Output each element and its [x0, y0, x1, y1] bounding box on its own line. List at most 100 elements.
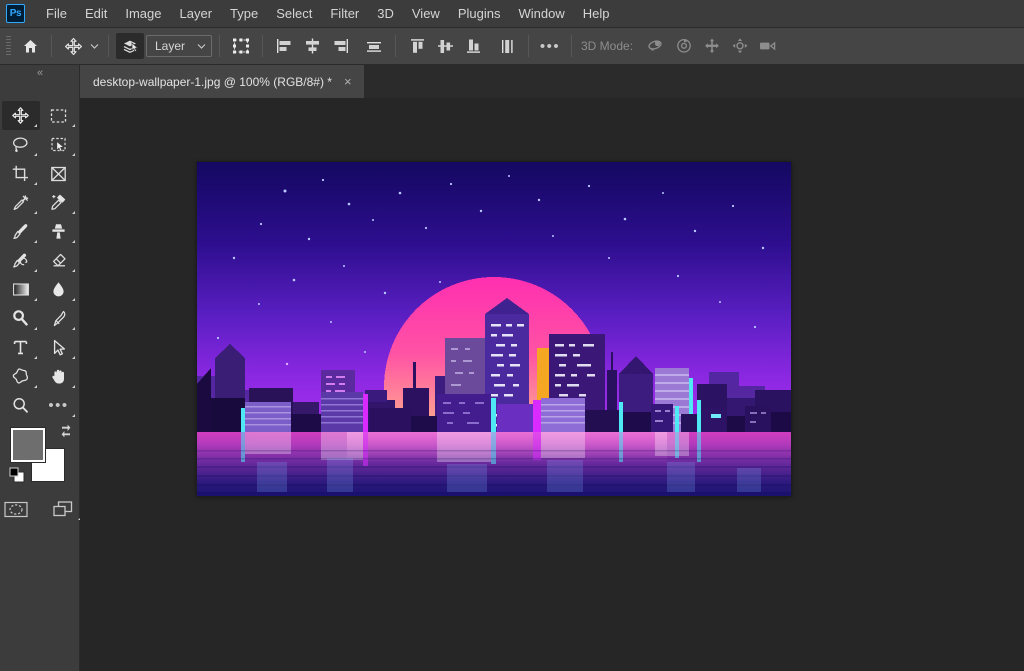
dodge-icon [11, 309, 30, 328]
tool-flyout-indicator [72, 414, 75, 417]
tab-strip: desktop-wallpaper-1.jpg @ 100% (RGB/8#) … [80, 65, 1024, 98]
quick-mask-mode-button[interactable] [1, 498, 31, 520]
brush-tool[interactable] [2, 217, 40, 246]
clone-stamp-tool[interactable] [40, 217, 78, 246]
tool-flyout-indicator [72, 211, 75, 214]
quick-mask-icon [3, 500, 29, 519]
zoom-tool[interactable] [2, 391, 40, 420]
3d-orbit-button[interactable] [642, 33, 670, 59]
gradient-tool[interactable] [2, 275, 40, 304]
align-horizontal-centers-button[interactable] [298, 33, 326, 59]
menu-3d[interactable]: 3D [368, 2, 403, 26]
3d-roll-button[interactable] [670, 33, 698, 59]
custom-shape-star-icon [11, 367, 30, 386]
menu-edit[interactable]: Edit [76, 2, 116, 26]
menu-layer[interactable]: Layer [171, 2, 222, 26]
current-tool-button[interactable] [59, 33, 87, 59]
tool-preset-caret[interactable] [87, 43, 101, 49]
more-align-options-button[interactable]: ••• [536, 33, 564, 59]
menu-select[interactable]: Select [267, 2, 321, 26]
distribute-vertical-button[interactable] [493, 33, 521, 59]
blur-droplet-icon [49, 280, 68, 299]
object-selection-tool[interactable] [40, 130, 78, 159]
distribute-horizontal-button[interactable] [360, 33, 388, 59]
eraser-icon [49, 251, 68, 270]
align-top-edges-icon [408, 37, 427, 55]
tool-flyout-indicator [72, 327, 75, 330]
auto-select-target-dropdown[interactable]: Layer [146, 35, 212, 57]
eyedropper-tool[interactable] [2, 188, 40, 217]
rectangular-marquee-tool[interactable] [40, 101, 78, 130]
show-transform-controls-toggle[interactable] [227, 33, 255, 59]
move-tool[interactable] [2, 101, 40, 130]
options-bar-grip[interactable] [6, 36, 11, 57]
3d-slide-button[interactable] [726, 33, 754, 59]
options-separator-7 [571, 35, 572, 57]
spot-healing-brush-tool[interactable] [40, 188, 78, 217]
3d-camera-button[interactable] [754, 33, 782, 59]
tool-flyout-indicator [72, 124, 75, 127]
edit-toolbar-button[interactable]: ••• [40, 391, 78, 420]
frame-tool[interactable] [40, 159, 78, 188]
menu-image[interactable]: Image [116, 2, 170, 26]
3d-pan-button[interactable] [698, 33, 726, 59]
collapse-panel-chevrons-icon[interactable]: « [37, 65, 42, 79]
auto-select-toggle[interactable] [116, 33, 144, 59]
align-bottom-edges-button[interactable] [459, 33, 487, 59]
tool-flyout-indicator [72, 269, 75, 272]
align-horizontal-centers-icon [303, 37, 322, 55]
tool-flyout-indicator [34, 124, 37, 127]
menu-plugins[interactable]: Plugins [449, 2, 510, 26]
align-bottom-edges-icon [464, 37, 483, 55]
align-right-edges-button[interactable] [326, 33, 354, 59]
photoshop-window: Ps File Edit Image Layer Type Select Fil… [0, 0, 1024, 671]
align-left-edges-button[interactable] [270, 33, 298, 59]
path-selection-arrow-icon [49, 338, 68, 357]
horizontal-type-tool[interactable] [2, 333, 40, 362]
blur-tool[interactable] [40, 275, 78, 304]
menu-filter[interactable]: Filter [321, 2, 368, 26]
options-separator-5 [395, 35, 396, 57]
menu-type[interactable]: Type [221, 2, 267, 26]
menu-help[interactable]: Help [574, 2, 619, 26]
dodge-tool[interactable] [2, 304, 40, 333]
close-icon[interactable]: × [342, 74, 354, 89]
foreground-color-swatch[interactable] [11, 428, 45, 462]
home-button[interactable] [16, 33, 44, 59]
crop-tool[interactable] [2, 159, 40, 188]
roll-3d-icon [674, 37, 694, 55]
eyedropper-icon [11, 193, 30, 212]
tool-flyout-indicator [34, 153, 37, 156]
pen-tool[interactable] [40, 304, 78, 333]
options-separator-3 [219, 35, 220, 57]
tool-flyout-indicator [34, 298, 37, 301]
swap-colors-button[interactable] [59, 424, 73, 443]
menu-view[interactable]: View [403, 2, 449, 26]
hand-tool[interactable] [40, 362, 78, 391]
document-canvas[interactable] [197, 162, 791, 496]
healing-brush-icon [49, 193, 69, 212]
more-tools-ellipsis-icon: ••• [48, 398, 68, 413]
chevron-down-icon [90, 43, 99, 49]
more-options-label: ••• [540, 39, 560, 54]
chevron-down-icon [197, 43, 206, 49]
default-colors-button[interactable] [9, 467, 25, 488]
tools-panel-header: « [0, 65, 80, 98]
menu-window[interactable]: Window [509, 2, 573, 26]
lasso-tool[interactable] [2, 130, 40, 159]
quick-selection-icon [49, 136, 68, 154]
history-brush-tool[interactable] [2, 246, 40, 275]
tool-flyout-indicator [72, 356, 75, 359]
menu-file[interactable]: File [37, 2, 76, 26]
home-icon [22, 38, 39, 55]
eraser-tool[interactable] [40, 246, 78, 275]
canvas-area[interactable] [80, 98, 1024, 671]
options-separator-6 [528, 35, 529, 57]
align-vertical-centers-button[interactable] [431, 33, 459, 59]
path-selection-tool[interactable] [40, 333, 78, 362]
crop-icon [11, 164, 30, 183]
custom-shape-tool[interactable] [2, 362, 40, 391]
document-tab[interactable]: desktop-wallpaper-1.jpg @ 100% (RGB/8#) … [80, 65, 365, 98]
screen-mode-button[interactable] [49, 498, 79, 520]
align-top-edges-button[interactable] [403, 33, 431, 59]
